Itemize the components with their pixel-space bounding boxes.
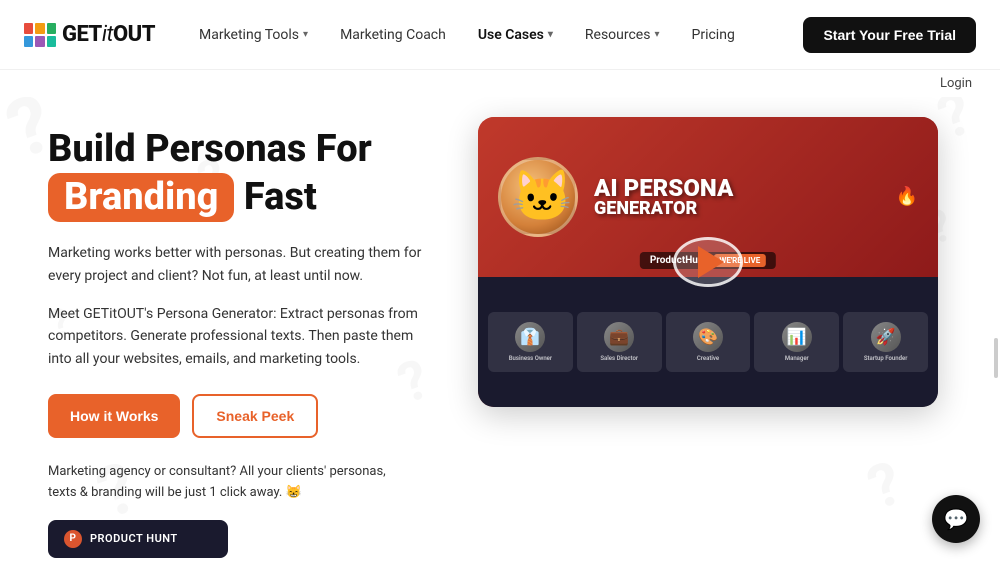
nav-pricing[interactable]: Pricing [680,19,747,51]
persona-img-1: 👔 [515,322,545,352]
video-ai-text: AI PERSONA [594,176,896,200]
video-title-area: AI PERSONA GENERATOR [578,176,896,218]
persona-label-4: Manager [785,355,809,362]
video-personas: 👔 Business Owner 💼 Sales Director 🎨 Crea… [478,277,938,408]
persona-label-5: Startup Founder [864,355,908,362]
producthunt-badge[interactable]: P PRODUCT HUNT [48,520,228,558]
persona-manager: 📊 Manager [754,312,839,372]
nav-marketing-tools[interactable]: Marketing Tools ▾ [187,19,320,51]
hero-description-2: Meet GETitOUT's Persona Generator: Extra… [48,303,438,370]
chat-icon: 💬 [944,507,969,531]
fire-icon: 🔥 [896,186,918,207]
persona-label-3: Creative [697,355,719,362]
sneak-peek-button[interactable]: Sneak Peek [192,394,318,438]
producthunt-label: PRODUCT HUNT [90,532,178,545]
chevron-down-icon-3: ▾ [654,29,659,40]
cat-image [498,157,578,237]
hero-description-1: Marketing works better with personas. Bu… [48,242,438,287]
persona-img-2: 💼 [604,322,634,352]
chat-widget[interactable]: 💬 [932,495,980,543]
persona-img-4: 📊 [782,322,812,352]
hero-left: Build Personas For Branding Fast Marketi… [48,117,438,558]
persona-sales-director: 💼 Sales Director [577,312,662,372]
logo-icon [24,23,56,47]
play-triangle-icon [698,246,724,278]
hero-bottom-text: Marketing agency or consultant? All your… [48,462,408,504]
nav-right: Start Your Free Trial [803,17,976,53]
nav-marketing-coach[interactable]: Marketing Coach [328,19,458,51]
trial-button[interactable]: Start Your Free Trial [803,17,976,53]
headline-highlight: Branding [48,173,234,223]
persona-creative: 🎨 Creative [666,312,751,372]
nav-use-cases[interactable]: Use Cases ▾ [466,19,565,51]
logo[interactable]: GETitOUT [24,22,155,47]
hero-buttons: How it Works Sneak Peek [48,394,438,438]
play-button[interactable] [673,237,743,287]
persona-label-1: Business Owner [509,355,552,362]
hero-section: Build Personas For Branding Fast Marketi… [0,97,1000,558]
persona-business-owner: 👔 Business Owner [488,312,573,372]
nav-links: Marketing Tools ▾ Marketing Coach Use Ca… [187,19,803,51]
chevron-down-icon-2: ▾ [548,29,553,40]
nav-resources[interactable]: Resources ▾ [573,19,672,51]
producthunt-icon: P [64,530,82,548]
logo-text: GETitOUT [62,22,155,47]
video-thumbnail[interactable]: AI PERSONA GENERATOR 🔥 ProductHunt WE'RE… [478,117,938,407]
login-bar: Login [0,70,1000,97]
how-it-works-button[interactable]: How it Works [48,394,180,438]
navbar: GETitOUT Marketing Tools ▾ Marketing Coa… [0,0,1000,70]
persona-img-3: 🎨 [693,322,723,352]
hero-right: AI PERSONA GENERATOR 🔥 ProductHunt WE'RE… [478,117,938,558]
persona-startup-founder: 🚀 Startup Founder [843,312,928,372]
persona-img-5: 🚀 [871,322,901,352]
login-link[interactable]: Login [940,76,972,91]
persona-label-2: Sales Director [600,355,638,362]
chevron-down-icon: ▾ [303,29,308,40]
hero-headline: Build Personas For Branding Fast [48,127,438,222]
video-gen-text: GENERATOR [594,200,896,218]
